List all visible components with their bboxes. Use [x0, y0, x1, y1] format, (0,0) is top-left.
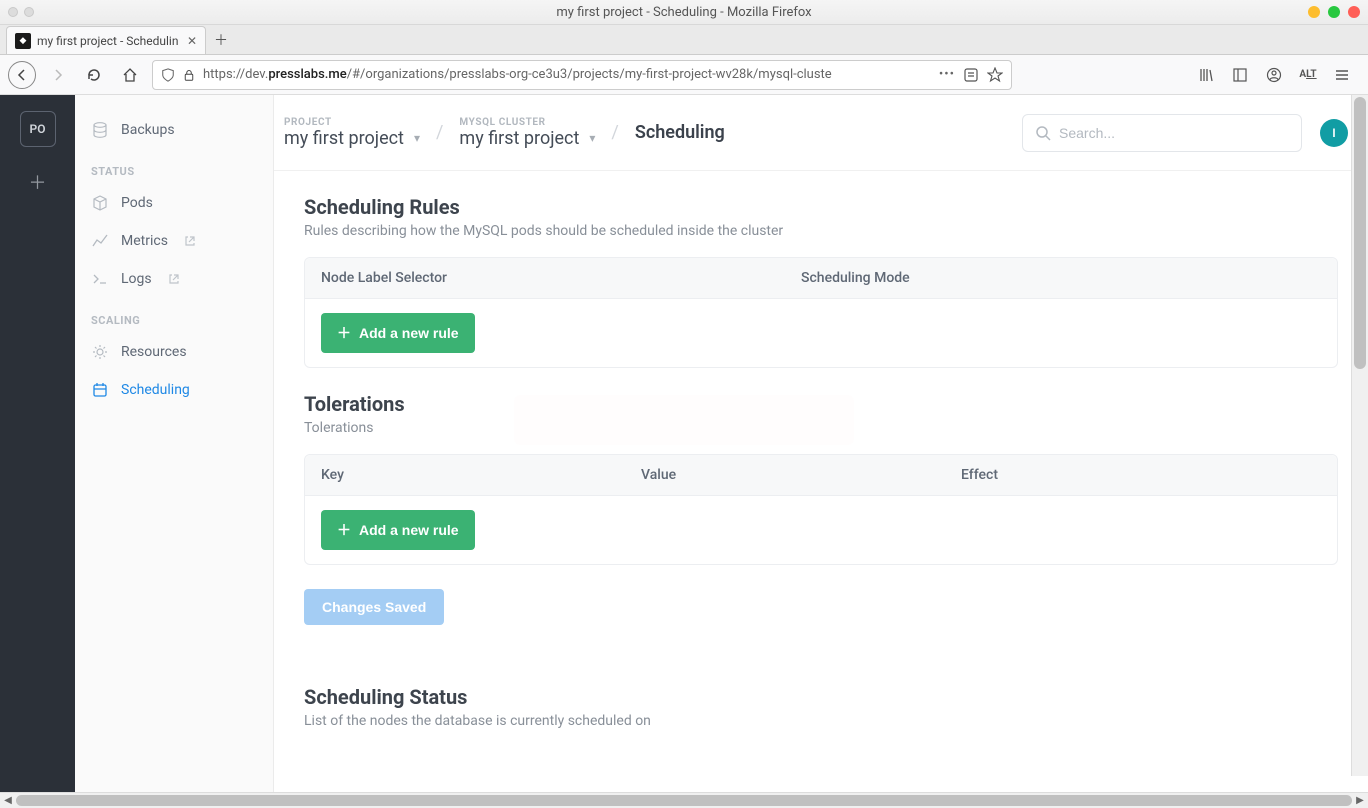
- column-header: Effect: [961, 467, 1281, 483]
- lock-icon: [183, 68, 195, 82]
- content: Scheduling Rules Rules describing how th…: [274, 171, 1368, 792]
- chevron-down-icon[interactable]: ▾: [589, 131, 595, 145]
- sidebar-item-label: Pods: [121, 195, 153, 211]
- add-toleration-button[interactable]: ＋ Add a new rule: [321, 510, 475, 550]
- text-encoding-icon[interactable]: ALT: [1296, 63, 1320, 87]
- url-text: https://dev.presslabs.me/#/organizations…: [203, 67, 931, 82]
- section-title-status: Scheduling Status: [304, 685, 1338, 709]
- main: PROJECT my first project ▾ / MYSQL CLUST…: [274, 95, 1368, 792]
- sidebar-item-label: Scheduling: [121, 382, 190, 398]
- section-subtitle-status: List of the nodes the database is curren…: [304, 713, 1338, 729]
- breadcrumb-current: Scheduling: [635, 122, 725, 143]
- app-rail: PO ＋: [0, 95, 75, 792]
- home-button[interactable]: [116, 61, 144, 89]
- sidebar-item-label: Metrics: [121, 233, 168, 249]
- star-icon[interactable]: [987, 67, 1003, 83]
- section-title-tolerations: Tolerations: [304, 392, 1338, 416]
- cube-icon: [91, 194, 109, 212]
- rules-panel: Node Label Selector Scheduling Mode ＋ Ad…: [304, 257, 1338, 368]
- vertical-scrollbar[interactable]: [1351, 95, 1368, 776]
- avatar[interactable]: I: [1320, 119, 1348, 147]
- external-link-icon: [168, 273, 180, 285]
- search-icon: [1035, 125, 1051, 141]
- browser-tab[interactable]: ◆ my first project - Schedulin ✕: [6, 26, 206, 54]
- tab-title: my first project - Schedulin: [37, 34, 178, 48]
- new-tab-button[interactable]: ＋: [206, 26, 236, 54]
- tab-favicon-icon: ◆: [15, 33, 31, 49]
- database-icon: [91, 121, 109, 139]
- browser-toolbar: https://dev.presslabs.me/#/organizations…: [0, 55, 1368, 95]
- window-minimize-icon[interactable]: [1308, 6, 1320, 18]
- url-bar[interactable]: https://dev.presslabs.me/#/organizations…: [152, 60, 1012, 90]
- sidebar-item-pods[interactable]: Pods: [75, 184, 273, 222]
- calendar-icon: [91, 381, 109, 399]
- os-titlebar: my first project - Scheduling - Mozilla …: [0, 0, 1368, 25]
- column-header: Node Label Selector: [321, 270, 801, 286]
- add-org-button[interactable]: ＋: [29, 169, 47, 195]
- breadcrumb-separator: /: [611, 122, 618, 143]
- org-badge[interactable]: PO: [20, 111, 56, 147]
- section-title-rules: Scheduling Rules: [304, 195, 1338, 219]
- add-rule-button[interactable]: ＋ Add a new rule: [321, 313, 475, 353]
- window-title: my first project - Scheduling - Mozilla …: [556, 5, 811, 20]
- scroll-left-icon[interactable]: ◀: [0, 793, 16, 808]
- breadcrumb-separator: /: [436, 122, 443, 143]
- dot-icon: [8, 7, 18, 17]
- shield-icon: [161, 68, 175, 82]
- library-icon[interactable]: [1194, 63, 1218, 87]
- sidebar-item-label: Resources: [121, 344, 187, 360]
- plus-icon: ＋: [337, 520, 351, 540]
- sidebar-item-logs[interactable]: Logs: [75, 260, 273, 298]
- chevron-down-icon[interactable]: ▾: [414, 131, 420, 145]
- sidebar-item-label: Backups: [121, 122, 175, 138]
- dot-icon: [24, 7, 34, 17]
- os-titlebar-left-dots: [0, 7, 34, 17]
- breadcrumb-project[interactable]: PROJECT my first project ▾: [284, 117, 420, 149]
- search-box[interactable]: [1022, 114, 1302, 152]
- menu-icon[interactable]: [1330, 63, 1354, 87]
- sidebar-heading-scaling: SCALING: [75, 298, 273, 333]
- chart-icon: [91, 232, 109, 250]
- reader-icon[interactable]: [963, 67, 979, 83]
- scrollbar-thumb[interactable]: [1354, 97, 1366, 369]
- window-maximize-icon[interactable]: [1328, 6, 1340, 18]
- window-controls: [1308, 6, 1360, 18]
- gear-icon: [91, 343, 109, 361]
- more-icon[interactable]: •••: [939, 67, 955, 82]
- sidebar-item-resources[interactable]: Resources: [75, 333, 273, 371]
- scrollbar-thumb[interactable]: [16, 795, 1352, 806]
- sidebar-icon[interactable]: [1228, 63, 1252, 87]
- forward-button[interactable]: [44, 61, 72, 89]
- external-link-icon: [184, 235, 196, 247]
- sidebar-heading-status: STATUS: [75, 149, 273, 184]
- plus-icon: ＋: [337, 323, 351, 343]
- tab-close-icon[interactable]: ✕: [187, 34, 197, 48]
- horizontal-scrollbar[interactable]: ◀ ▶: [0, 792, 1368, 808]
- back-button[interactable]: [8, 61, 36, 89]
- header-bar: PROJECT my first project ▾ / MYSQL CLUST…: [274, 95, 1368, 171]
- sidebar-item-metrics[interactable]: Metrics: [75, 222, 273, 260]
- section-subtitle-rules: Rules describing how the MySQL pods shou…: [304, 223, 1338, 239]
- sidebar-item-scheduling[interactable]: Scheduling: [75, 371, 273, 409]
- section-subtitle-tolerations: Tolerations: [304, 420, 1338, 436]
- column-header: Key: [321, 467, 641, 483]
- terminal-icon: [91, 270, 109, 288]
- reload-button[interactable]: [80, 61, 108, 89]
- changes-saved-button: Changes Saved: [304, 589, 444, 625]
- account-icon[interactable]: [1262, 63, 1286, 87]
- tolerations-panel: Key Value Effect ＋ Add a new rule: [304, 454, 1338, 565]
- sidebar-item-label: Logs: [121, 271, 152, 287]
- tab-strip: ◆ my first project - Schedulin ✕ ＋: [0, 25, 1368, 55]
- column-header: Value: [641, 467, 961, 483]
- window-close-icon[interactable]: [1348, 6, 1360, 18]
- sidebar: Backups STATUS Pods Metrics: [75, 95, 274, 792]
- scroll-right-icon[interactable]: ▶: [1352, 793, 1368, 808]
- tolerations-table-header: Key Value Effect: [305, 455, 1337, 496]
- toolbar-right: ALT: [1194, 63, 1360, 87]
- search-input[interactable]: [1059, 125, 1289, 141]
- column-header: Scheduling Mode: [801, 270, 1281, 286]
- sidebar-item-backups[interactable]: Backups: [75, 111, 273, 149]
- rules-table-header: Node Label Selector Scheduling Mode: [305, 258, 1337, 299]
- breadcrumb-cluster[interactable]: MYSQL CLUSTER my first project ▾: [459, 117, 595, 149]
